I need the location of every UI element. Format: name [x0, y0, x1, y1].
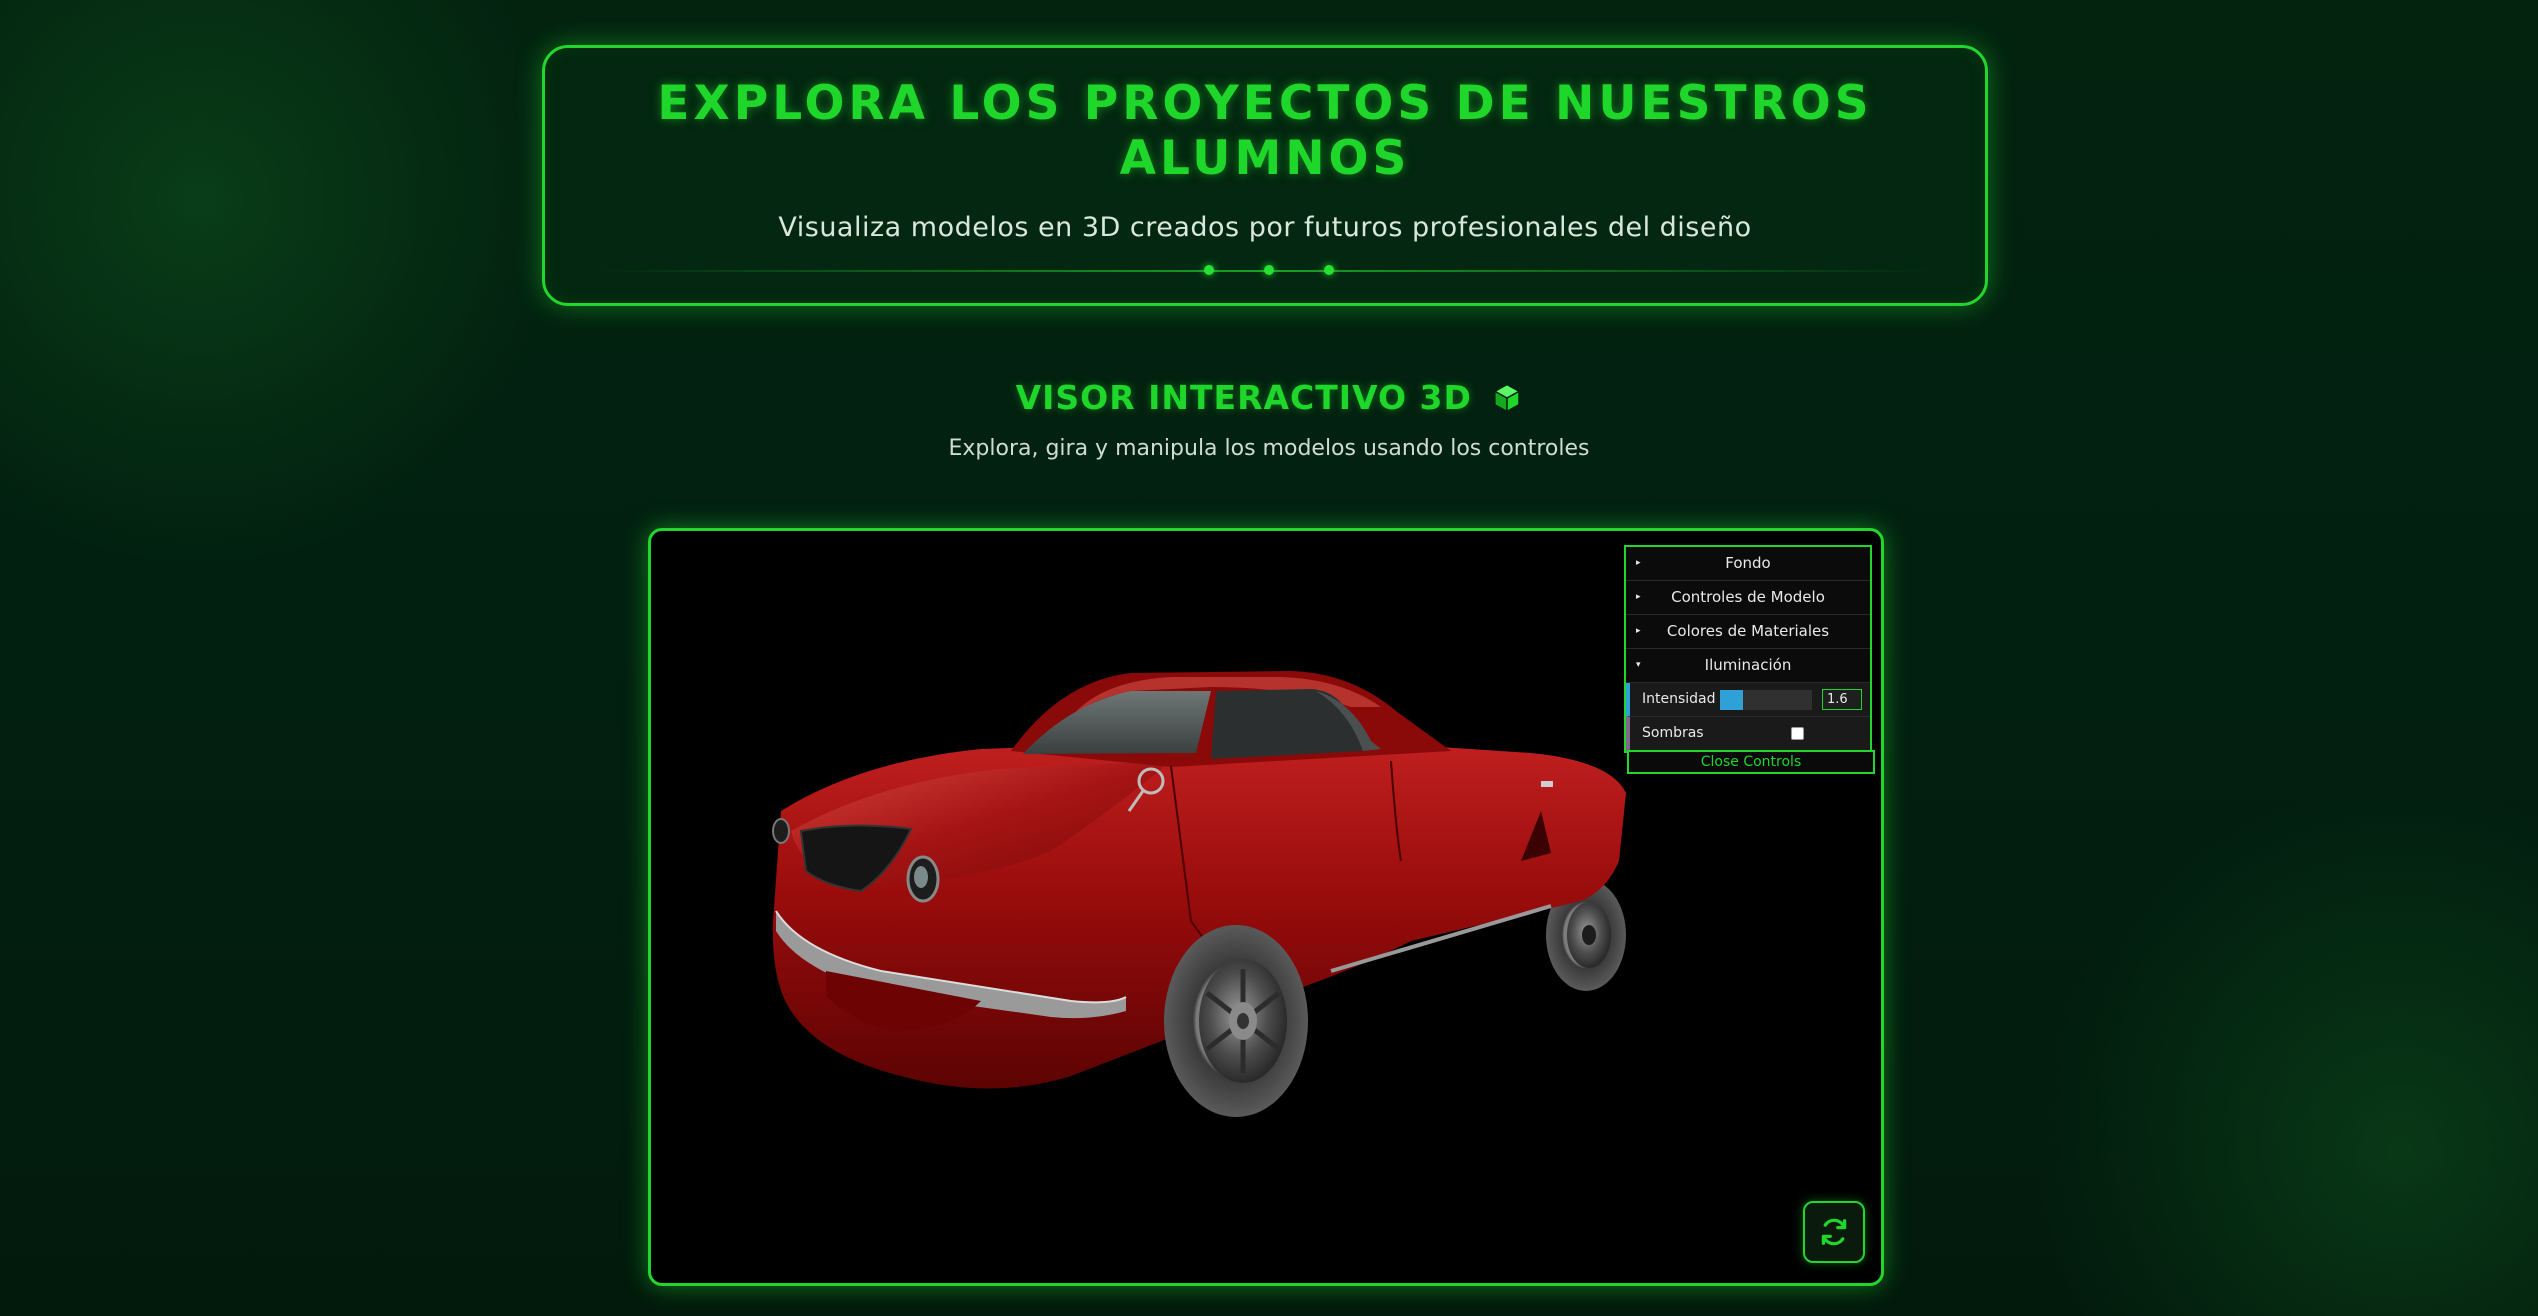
hero-card: EXPLORA LOS PROYECTOS DE NUESTROS ALUMNO…: [542, 45, 1988, 306]
divider-dot: [1264, 265, 1274, 275]
folder-label: Colores de Materiales: [1666, 622, 1830, 640]
folder-fondo[interactable]: ▸ Fondo: [1626, 547, 1870, 581]
controls-panel: ▸ Fondo ▸ Controles de Modelo ▸ Colores …: [1624, 545, 1872, 753]
refresh-icon: [1821, 1218, 1847, 1246]
cube-icon: [1495, 385, 1520, 411]
folder-iluminacion[interactable]: ▾ Iluminación: [1626, 649, 1870, 683]
close-controls-button[interactable]: Close Controls: [1627, 750, 1875, 774]
viewer-title-text: VISOR INTERACTIVO 3D: [1015, 378, 1472, 417]
3d-viewer-canvas[interactable]: ▸ Fondo ▸ Controles de Modelo ▸ Colores …: [648, 528, 1884, 1286]
folder-label: Iluminación: [1704, 656, 1792, 674]
intensity-input[interactable]: 1.6: [1822, 689, 1862, 710]
chevron-right-icon: ▸: [1636, 558, 1641, 568]
shadows-checkbox[interactable]: [1791, 727, 1804, 740]
folder-colores-de-materiales[interactable]: ▸ Colores de Materiales: [1626, 615, 1870, 649]
shadows-control: Sombras: [1626, 717, 1870, 751]
intensity-control: Intensidad 1.6: [1626, 683, 1870, 717]
chevron-right-icon: ▸: [1636, 592, 1641, 602]
viewer-section-subtitle: Explora, gira y manipula los modelos usa…: [948, 436, 1590, 461]
intensity-slider[interactable]: [1720, 690, 1812, 710]
chevron-right-icon: ▸: [1636, 626, 1641, 636]
folder-controles-de-modelo[interactable]: ▸ Controles de Modelo: [1626, 581, 1870, 615]
intensity-slider-fill: [1720, 690, 1743, 710]
shadows-label: Sombras: [1642, 725, 1704, 741]
chevron-down-icon: ▾: [1636, 660, 1641, 670]
divider-dot: [1204, 265, 1214, 275]
intensity-label: Intensidad: [1642, 691, 1716, 707]
hero-subtitle: Visualiza modelos en 3D creados por futu…: [778, 212, 1752, 243]
hero-title: EXPLORA LOS PROYECTOS DE NUESTROS ALUMNO…: [657, 76, 1873, 186]
folder-label: Fondo: [1725, 554, 1771, 572]
reset-view-button[interactable]: [1803, 1201, 1865, 1263]
folder-label: Controles de Modelo: [1671, 588, 1825, 606]
divider-dot: [1324, 265, 1334, 275]
viewer-section-title: VISOR INTERACTIVO 3D: [0, 378, 2538, 417]
